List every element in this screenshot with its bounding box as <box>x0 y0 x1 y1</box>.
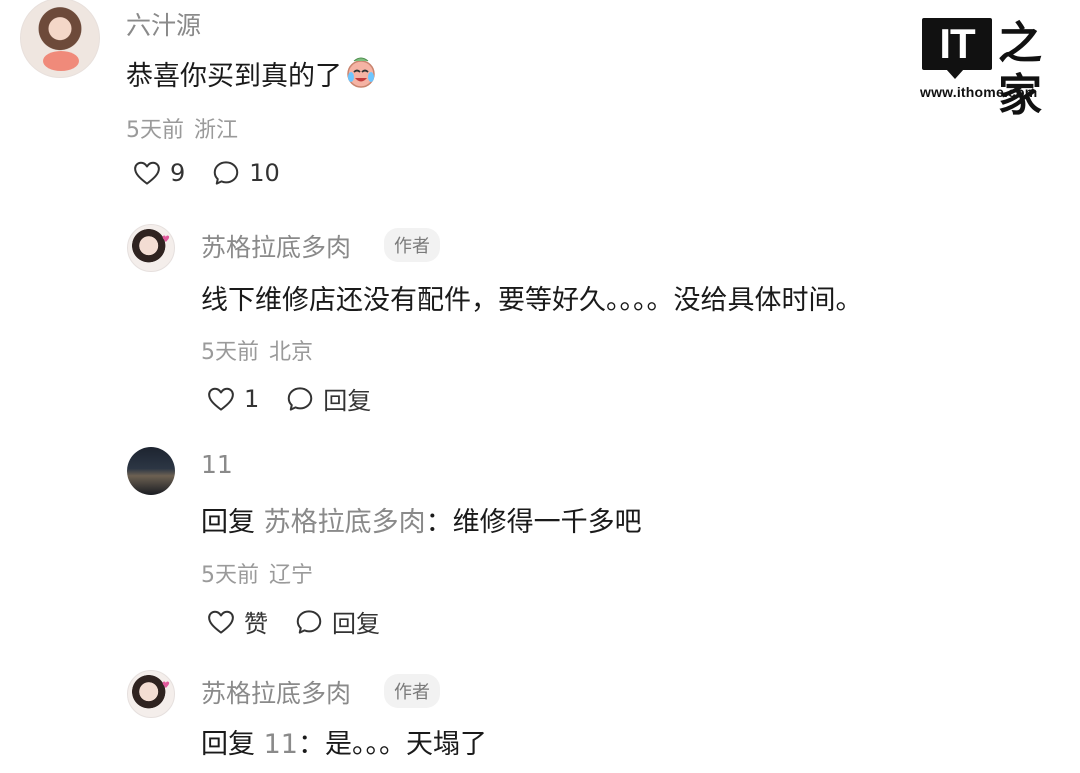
like-label: 赞 <box>244 610 268 638</box>
reply-time: 5天前 <box>201 563 259 588</box>
like-button[interactable]: 1 <box>206 384 259 414</box>
comment-username[interactable]: 六汁源 <box>126 6 201 42</box>
reply-username[interactable]: 苏格拉底多肉 <box>201 674 351 710</box>
reply-button[interactable]: 回复 <box>285 381 371 416</box>
reply-location: 北京 <box>269 340 314 365</box>
comment-location: 浙江 <box>194 118 239 143</box>
reply-to-user[interactable]: 11 <box>264 729 298 760</box>
reply-button[interactable]: 回复 <box>294 604 380 639</box>
like-button[interactable]: 赞 <box>206 604 268 639</box>
chat-bubble-icon <box>296 609 322 634</box>
avatar[interactable] <box>127 447 175 495</box>
reply-username[interactable]: 11 <box>201 450 233 479</box>
reply-item: 苏格拉底多肉 作者 线下维修店还没有配件，要等好久。。。。没给具体时间。 5天前… <box>0 220 1000 420</box>
reply-meta: 5天前 辽宁 <box>201 557 313 589</box>
reply-label: 回复 <box>332 610 380 638</box>
reply-prefix: 回复 <box>201 729 255 760</box>
heart-outline-icon <box>208 387 234 411</box>
ithome-logo: IT 之家 <box>916 18 1064 121</box>
reply-button[interactable]: 10 <box>211 158 280 188</box>
reply-actions: 1 回复 <box>206 381 397 416</box>
like-count: 1 <box>244 384 260 413</box>
reply-text: 回复 11：是。。。天塌了 <box>201 722 487 761</box>
like-count: 9 <box>170 159 186 187</box>
chat-bubble-icon <box>288 386 313 411</box>
comment-actions: 9 10 <box>132 158 306 188</box>
reply-time: 5天前 <box>201 340 259 365</box>
reply-item: 苏格拉底多肉 作者 回复 11：是。。。天塌了 <box>0 666 1000 773</box>
reply-text: 回复 苏格拉底多肉：维修得一千多吧 <box>201 500 642 539</box>
reply-to-user[interactable]: 苏格拉底多肉 <box>264 507 426 538</box>
heart-outline-icon <box>208 610 234 634</box>
comment-text: 恭喜你买到真的了 <box>126 54 378 93</box>
reply-body: ：维修得一千多吧 <box>425 507 642 538</box>
comment-time: 5天前 <box>126 118 184 143</box>
comment-meta: 5天前 浙江 <box>126 112 238 144</box>
avatar[interactable] <box>127 224 175 272</box>
reply-label: 回复 <box>323 387 372 415</box>
logo-text-zh: 之家 <box>998 18 1042 121</box>
avatar[interactable] <box>20 0 100 78</box>
reply-prefix: 回复 <box>201 507 255 538</box>
chat-bubble-icon <box>214 161 239 185</box>
reply-body: ：是。。。天塌了 <box>297 729 487 760</box>
heart-outline-icon <box>134 161 160 185</box>
logo-text: IT <box>939 20 975 67</box>
comment-top-level: 六汁源 恭喜你买到真的了 5天前 浙江 9 10 <box>0 0 900 200</box>
reply-username[interactable]: 苏格拉底多肉 <box>201 228 351 264</box>
ithome-watermark: IT 之家 www.ithome.com <box>916 18 1064 121</box>
reply-actions: 赞 回复 <box>206 604 406 639</box>
reply-text: 线下维修店还没有配件，要等好久。。。。没给具体时间。 <box>201 285 863 316</box>
author-badge: 作者 <box>384 228 440 262</box>
reply-item: 11 回复 苏格拉底多肉：维修得一千多吧 5天前 辽宁 赞 回复 <box>0 444 1000 644</box>
comment-body: 恭喜你买到真的了 <box>126 61 342 92</box>
avatar[interactable] <box>127 670 175 718</box>
comment-thread: IT 之家 www.ithome.com 六汁源 恭喜你买到真的了 5天前 浙江 … <box>0 0 1080 773</box>
watermark-url: www.ithome.com <box>920 84 1038 100</box>
reply-meta: 5天前 北京 <box>201 334 313 366</box>
reply-count: 10 <box>249 159 280 187</box>
like-button[interactable]: 9 <box>132 158 185 188</box>
author-badge: 作者 <box>384 674 440 708</box>
reply-location: 辽宁 <box>269 563 314 588</box>
crying-laughing-face-icon <box>347 57 375 88</box>
